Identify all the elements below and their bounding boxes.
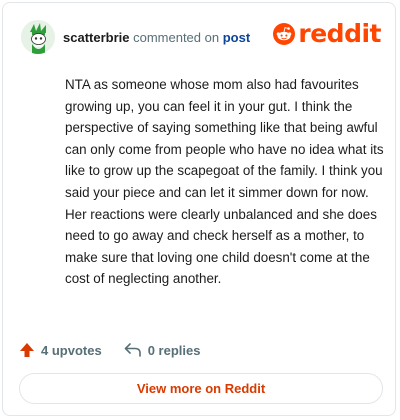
commented-on-line: scatterbrie commented on post — [63, 30, 250, 45]
replies-button[interactable]: 0 replies — [124, 342, 201, 358]
upvote-button[interactable]: 4 upvotes — [19, 342, 102, 358]
reddit-wordmark: reddit — [298, 19, 381, 48]
comment-actions: 4 upvotes 0 replies — [19, 340, 200, 360]
embedded-comment-card: scatterbrie commented on post reddit NTA… — [2, 2, 396, 416]
username[interactable]: scatterbrie — [63, 30, 129, 45]
snoo-avatar-icon — [21, 20, 55, 54]
reply-arrow-icon — [124, 343, 141, 357]
avatar[interactable] — [21, 20, 55, 54]
commented-on-text: commented on — [129, 29, 223, 45]
reddit-logo[interactable]: reddit — [273, 21, 381, 46]
reddit-snoo-logo-icon — [273, 22, 296, 45]
post-link[interactable]: post — [223, 30, 250, 45]
comment-body: NTA as someone whose mom also had favour… — [65, 77, 384, 287]
view-more-button[interactable]: View more on Reddit — [19, 373, 383, 404]
replies-count: 0 replies — [147, 342, 201, 358]
upvotes-count: 4 upvotes — [41, 342, 102, 358]
upvote-arrow-icon — [20, 343, 34, 357]
comment-header: scatterbrie commented on post — [21, 19, 250, 55]
